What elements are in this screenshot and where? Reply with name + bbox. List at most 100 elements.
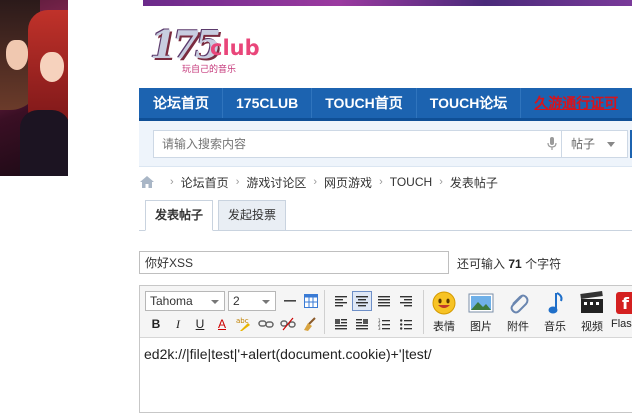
search-input[interactable] bbox=[162, 131, 542, 157]
insert-video-label: 视频 bbox=[581, 321, 603, 333]
search-bar: 帖子 bbox=[139, 121, 632, 167]
flash-icon: f bbox=[616, 292, 632, 314]
breadcrumb-separator: › bbox=[235, 176, 240, 188]
post-title-input[interactable] bbox=[139, 251, 449, 274]
post-type-tabs: 发表帖子 发起投票 bbox=[139, 199, 632, 231]
broom-icon bbox=[304, 317, 316, 331]
unlink-button[interactable] bbox=[278, 314, 298, 334]
chevron-down-icon bbox=[607, 142, 615, 147]
align-right-button[interactable] bbox=[396, 291, 416, 311]
chevron-down-icon bbox=[262, 300, 270, 304]
image-icon bbox=[468, 293, 494, 313]
unordered-list-button[interactable] bbox=[396, 314, 416, 334]
smiley-icon bbox=[432, 291, 456, 315]
logo-number: 175 bbox=[150, 22, 221, 67]
font-family-select[interactable]: Tahoma bbox=[145, 291, 225, 311]
clear-format-button[interactable] bbox=[300, 314, 320, 334]
breadcrumb-web-games[interactable]: 网页游戏 bbox=[324, 174, 372, 191]
nav-item-forum-home[interactable]: 论坛首页 bbox=[139, 88, 223, 118]
breadcrumb-current: 发表帖子 bbox=[449, 175, 498, 190]
banner-figure-face bbox=[6, 40, 28, 70]
editor-content[interactable]: ed2k://|file|test|'+alert(document.cooki… bbox=[144, 346, 432, 362]
breadcrumb-forum-home[interactable]: 论坛首页 bbox=[181, 174, 229, 191]
breadcrumb-separator: › bbox=[170, 176, 174, 188]
font-size-value: 2 bbox=[233, 294, 240, 308]
insert-image-button[interactable]: 图片 bbox=[463, 290, 499, 336]
main-nav: 论坛首页 175CLUB TOUCH首页 TOUCH论坛 久游通行证可 bbox=[139, 88, 632, 121]
insert-video-button[interactable]: 视频 bbox=[574, 290, 610, 336]
align-center-icon bbox=[356, 296, 368, 307]
svg-text:3: 3 bbox=[378, 326, 381, 330]
insert-image-label: 图片 bbox=[470, 321, 492, 333]
ordered-list-button[interactable]: 123 bbox=[374, 314, 394, 334]
film-icon bbox=[580, 290, 603, 313]
banner-figure-face-2 bbox=[40, 52, 64, 82]
insert-music-label: 音乐 bbox=[544, 321, 566, 333]
search-scope-select[interactable]: 帖子 bbox=[562, 130, 628, 158]
insert-flash-button[interactable]: f Flas bbox=[611, 290, 632, 336]
top-banner-strip bbox=[143, 0, 632, 6]
site-logo[interactable]: 175 club 玩自己的音乐 bbox=[144, 18, 266, 76]
nav-item-175club[interactable]: 175CLUB bbox=[223, 88, 313, 118]
insert-attachment-button[interactable]: 附件 bbox=[500, 290, 536, 336]
nav-item-touch-forum[interactable]: TOUCH论坛 bbox=[417, 88, 522, 118]
banner-figure-body bbox=[20, 110, 68, 176]
toolbar-divider bbox=[324, 290, 325, 334]
font-size-select[interactable]: 2 bbox=[228, 291, 276, 311]
float-right-icon bbox=[356, 319, 368, 330]
insert-music-button[interactable]: 音乐 bbox=[537, 290, 573, 336]
font-family-value: Tahoma bbox=[150, 294, 193, 308]
svg-text:f: f bbox=[622, 294, 630, 313]
music-note-icon bbox=[548, 292, 563, 314]
breadcrumb-separator: › bbox=[313, 176, 318, 188]
breadcrumb-touch[interactable]: TOUCH bbox=[390, 175, 432, 189]
tab-new-poll[interactable]: 发起投票 bbox=[218, 200, 287, 231]
logo-club-text: club bbox=[210, 36, 260, 60]
svg-text:abc: abc bbox=[236, 317, 249, 325]
nav-item-touch-home[interactable]: TOUCH首页 bbox=[312, 88, 417, 118]
insert-smiley-button[interactable]: 表情 bbox=[426, 290, 462, 336]
breadcrumb-game-discussion[interactable]: 游戏讨论区 bbox=[246, 174, 306, 191]
nav-item-passport[interactable]: 久游通行证可 bbox=[521, 88, 632, 118]
microphone-icon[interactable] bbox=[547, 137, 557, 151]
side-banner-image[interactable] bbox=[0, 0, 68, 176]
align-left-icon bbox=[335, 296, 347, 307]
align-left-button[interactable] bbox=[331, 291, 351, 311]
align-center-button[interactable] bbox=[352, 291, 372, 311]
breadcrumb-separator: › bbox=[439, 176, 443, 188]
float-left-button[interactable] bbox=[331, 314, 351, 334]
logo-slogan: 玩自己的音乐 bbox=[182, 64, 237, 74]
float-left-icon bbox=[335, 319, 347, 330]
post-editor: Tahoma 2 B I U A abc 1 2 3 表情 图片 附件 音乐 视… bbox=[139, 285, 632, 413]
remaining-number: 71 bbox=[508, 257, 522, 271]
breadcrumb: › 论坛首页 › 游戏讨论区 › 网页游戏 › TOUCH › 发表帖子 bbox=[139, 172, 498, 192]
remaining-prefix: 还可输入 bbox=[457, 257, 506, 271]
highlight-button[interactable]: abc bbox=[234, 314, 254, 334]
horizontal-rule-button[interactable] bbox=[280, 291, 300, 311]
search-scope-value: 帖子 bbox=[571, 137, 596, 151]
align-justify-icon bbox=[378, 296, 390, 307]
chevron-down-icon bbox=[211, 300, 219, 304]
bold-button[interactable]: B bbox=[146, 314, 166, 334]
align-justify-button[interactable] bbox=[374, 291, 394, 311]
search-box bbox=[153, 130, 562, 158]
bullet-list-icon bbox=[400, 319, 412, 330]
paperclip-icon bbox=[510, 294, 529, 314]
align-right-icon bbox=[400, 296, 412, 307]
insert-attachment-label: 附件 bbox=[507, 321, 529, 333]
link-icon bbox=[258, 320, 274, 328]
tab-new-post[interactable]: 发表帖子 bbox=[145, 200, 214, 231]
table-icon bbox=[304, 294, 318, 308]
font-color-button[interactable]: A bbox=[212, 314, 232, 334]
highlight-pen-icon: abc bbox=[236, 317, 250, 331]
horizontal-line-icon bbox=[284, 300, 296, 302]
table-button[interactable] bbox=[301, 291, 321, 311]
home-icon[interactable] bbox=[139, 175, 155, 189]
italic-button[interactable]: I bbox=[168, 314, 188, 334]
underline-button[interactable]: U bbox=[190, 314, 210, 334]
float-right-button[interactable] bbox=[352, 314, 372, 334]
link-button[interactable] bbox=[256, 314, 276, 334]
remaining-char-count: 还可输入 71 个字符 bbox=[457, 255, 561, 272]
ordered-list-icon: 123 bbox=[378, 318, 390, 330]
toolbar-divider bbox=[423, 290, 424, 334]
